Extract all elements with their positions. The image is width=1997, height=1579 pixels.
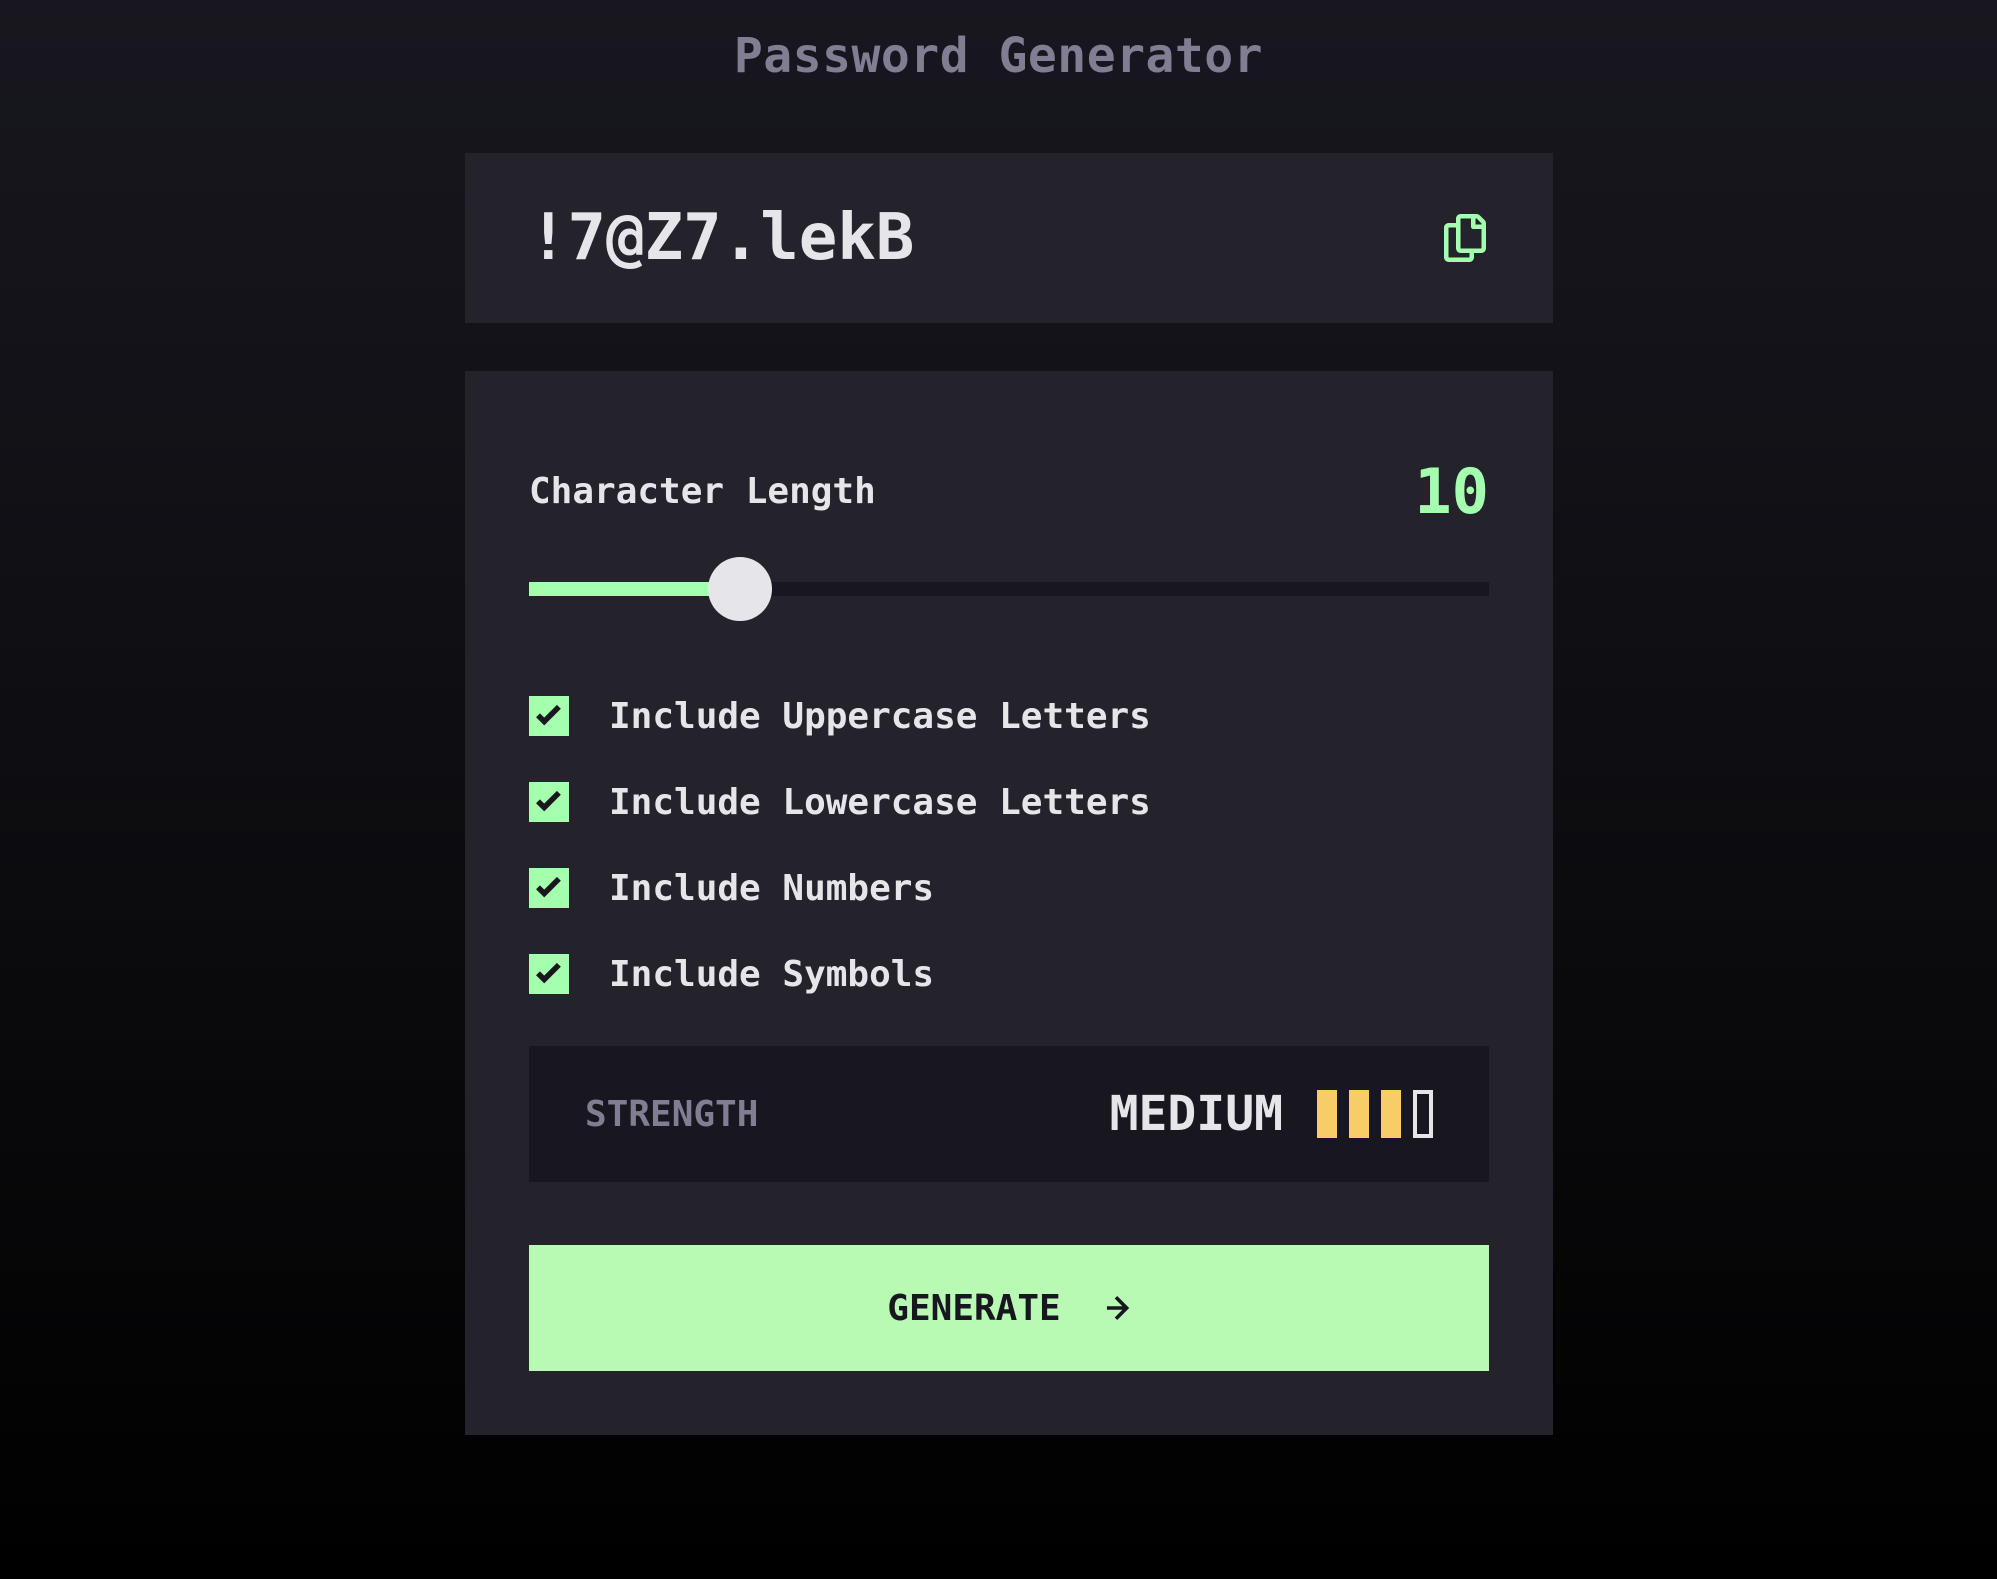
strength-meter: STRENGTH MEDIUM [529,1046,1489,1182]
option-label: Include Lowercase Letters [609,781,1151,823]
generated-password: !7@Z7.lekB [529,201,915,275]
option-label: Include Symbols [609,953,935,995]
strength-label: STRENGTH [585,1093,759,1135]
generate-button[interactable]: GENERATE [529,1245,1489,1371]
character-length-label: Character Length [529,470,876,512]
option-label: Include Uppercase Letters [609,695,1151,737]
uppercase-checkbox[interactable] [529,696,569,736]
strength-indicator: MEDIUM [1110,1086,1433,1142]
option-lowercase[interactable]: Include Lowercase Letters [529,759,1151,845]
check-icon [536,963,561,984]
options-list: Include Uppercase Letters Include Lowerc… [529,673,1151,1017]
option-uppercase[interactable]: Include Uppercase Letters [529,673,1151,759]
copy-button[interactable] [1441,212,1489,264]
option-label: Include Numbers [609,867,935,909]
slider-thumb[interactable] [708,557,772,621]
copy-icon [1444,214,1486,262]
check-icon [536,877,561,898]
check-icon [536,791,561,812]
page-title: Password Generator [733,28,1264,84]
strength-bar [1413,1090,1433,1138]
strength-bars [1317,1090,1433,1138]
numbers-checkbox[interactable] [529,868,569,908]
check-icon [536,705,561,726]
password-output-panel: !7@Z7.lekB [465,153,1553,323]
character-length-slider[interactable] [529,557,1489,621]
option-numbers[interactable]: Include Numbers [529,845,1151,931]
character-length-row: Character Length 10 [529,451,1489,531]
symbols-checkbox[interactable] [529,954,569,994]
lowercase-checkbox[interactable] [529,782,569,822]
strength-bar [1317,1090,1337,1138]
arrow-right-icon [1106,1296,1129,1320]
option-symbols[interactable]: Include Symbols [529,931,1151,1017]
character-length-value: 10 [1414,454,1489,528]
generate-label: GENERATE [887,1287,1061,1329]
settings-panel: Character Length 10 Include Uppercase Le… [465,371,1553,1435]
strength-bar [1381,1090,1401,1138]
strength-bar [1349,1090,1369,1138]
strength-rating: MEDIUM [1109,1086,1283,1142]
